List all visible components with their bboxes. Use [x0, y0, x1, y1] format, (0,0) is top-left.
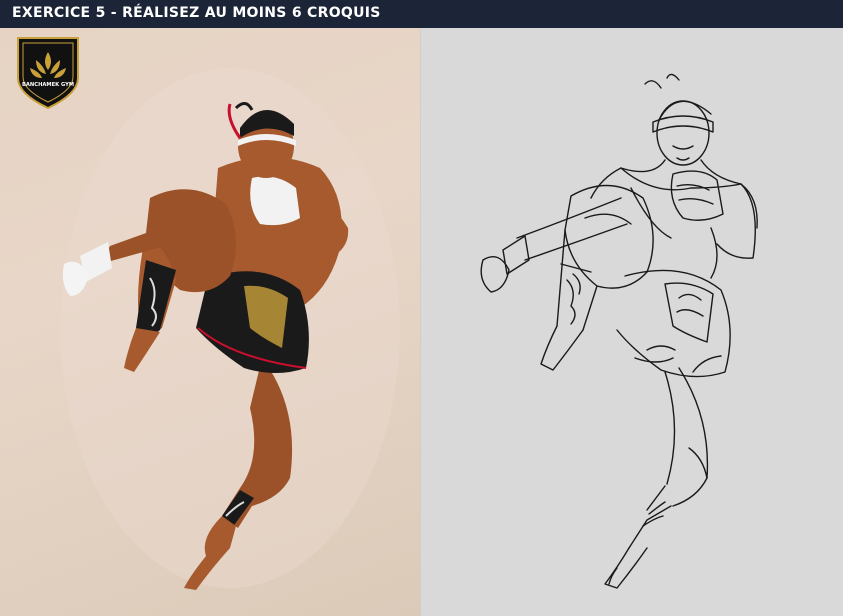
- reference-photo: BANCHAMEK GYM: [0, 28, 421, 616]
- logo-text: BANCHAMEK GYM: [22, 82, 74, 88]
- sketch-drawing: [421, 28, 843, 616]
- gym-logo-icon: BANCHAMEK GYM: [14, 34, 82, 110]
- title-bar: EXERCICE 5 - RÉALISEZ AU MOINS 6 CROQUIS: [0, 0, 843, 28]
- fighter-sketch-figure: [480, 73, 758, 589]
- exercise-title: EXERCICE 5 - RÉALISEZ AU MOINS 6 CROQUIS: [12, 5, 381, 21]
- fighter-photo-figure: [60, 68, 400, 590]
